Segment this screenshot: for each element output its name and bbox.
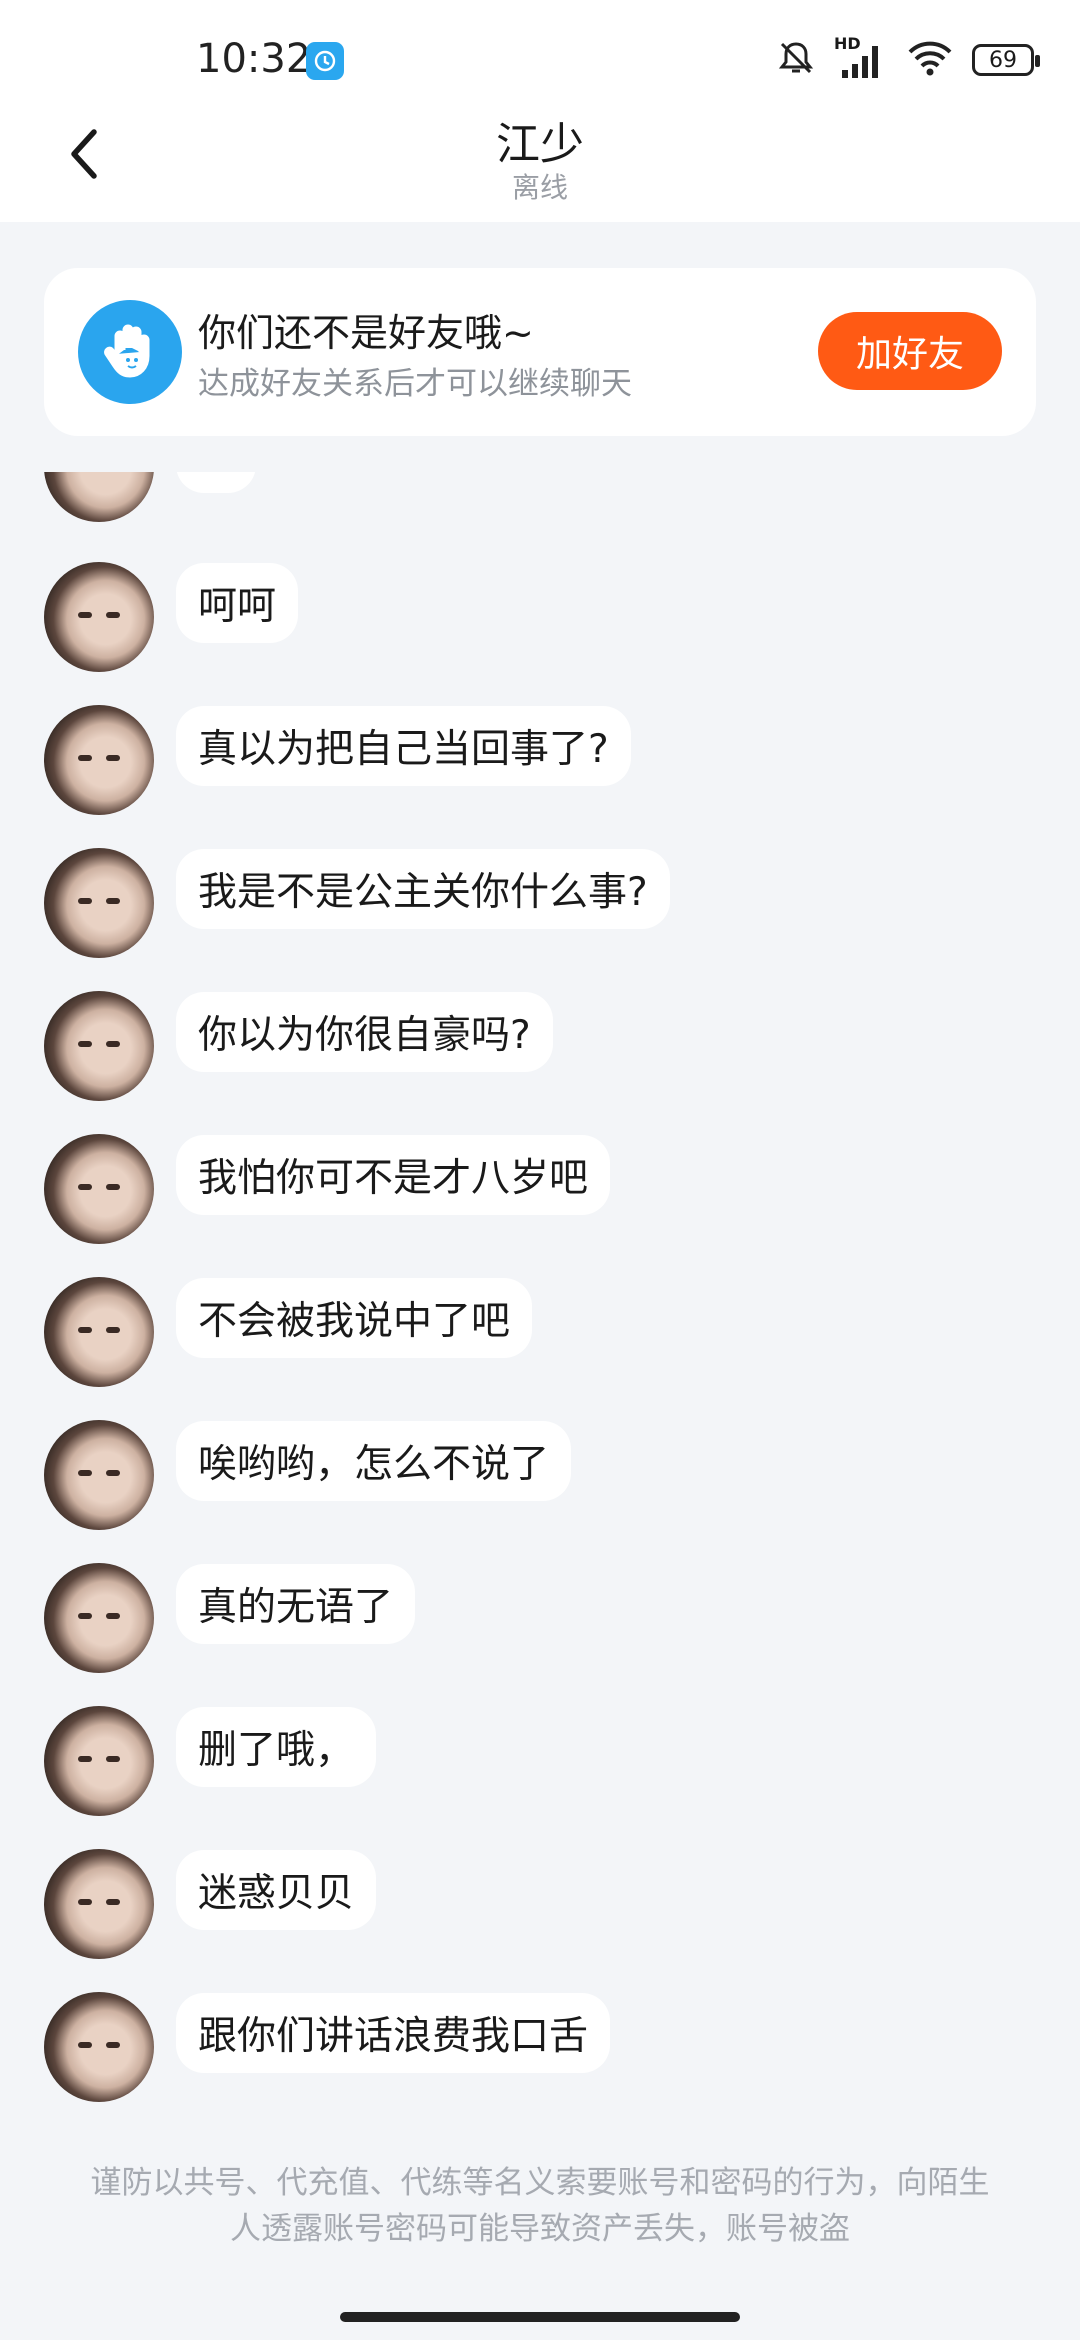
message-bubble[interactable]: 删了哦， — [176, 1707, 377, 1787]
message-item: 真的无语了 — [44, 1563, 1044, 1673]
avatar[interactable] — [44, 991, 154, 1101]
avatar[interactable] — [44, 562, 154, 672]
message-item: 删了哦， — [44, 1706, 1044, 1816]
avatar[interactable] — [44, 1277, 154, 1387]
online-status: 离线 — [511, 171, 568, 204]
avatar[interactable] — [44, 1134, 154, 1244]
cell-signal-icon: HD — [834, 34, 888, 80]
message-bubble[interactable]: 唉哟哟，怎么不说了 — [176, 1421, 572, 1501]
message-bubble[interactable]: 我怕你可不是才八岁吧 — [176, 1135, 611, 1215]
message-bubble[interactable]: 你以为你很自豪吗? — [176, 992, 553, 1072]
status-time: 10:32 — [196, 36, 312, 82]
friend-banner: 你们还不是好友哦~ 达成好友关系后才可以继续聊天 加好友 — [44, 268, 1036, 436]
message-item: 跟你们讲话浪费我口舌 — [44, 1992, 1044, 2102]
avatar[interactable] — [44, 1563, 154, 1673]
avatar[interactable] — [44, 1706, 154, 1816]
message-list[interactable]: 呵呵 真以为把自己当回事了? 我是不是公主关你什么事? 你以为你很自豪吗? 我怕… — [0, 472, 1080, 2112]
message-bubble[interactable]: 呵呵 — [176, 563, 299, 643]
message-item: 我是不是公主关你什么事? — [44, 848, 1044, 958]
mute-bell-icon — [776, 38, 816, 82]
message-bubble[interactable]: 真以为把自己当回事了? — [176, 706, 631, 786]
home-indicator[interactable] — [340, 2312, 740, 2322]
message-bubble[interactable]: 迷惑贝贝 — [176, 1850, 377, 1930]
battery-icon: 69 — [972, 44, 1040, 76]
avatar[interactable] — [44, 1849, 154, 1959]
hd-label: HD — [834, 34, 861, 53]
banner-title: 你们还不是好友哦~ — [198, 311, 534, 355]
message-item: 你以为你很自豪吗? — [44, 991, 1044, 1101]
security-disclaimer: 谨防以共号、代充值、代练等名义索要账号和密码的行为，向陌生人透露账号密码可能导致… — [90, 2165, 990, 2247]
message-bubble[interactable]: 真的无语了 — [176, 1564, 416, 1644]
message-bubble[interactable]: 不会被我说中了吧 — [176, 1278, 533, 1358]
message-bubble[interactable]: 我是不是公主关你什么事? — [176, 849, 670, 929]
message-item: 唉哟哟，怎么不说了 — [44, 1420, 1044, 1530]
message-item: 呵呵 — [44, 562, 1044, 672]
message-item: 迷惑贝贝 — [44, 1849, 1044, 1959]
message-item — [44, 472, 1044, 522]
app-notification-icon — [306, 42, 344, 80]
message-item: 真以为把自己当回事了? — [44, 705, 1044, 815]
message-bubble[interactable] — [176, 472, 256, 493]
message-item: 我怕你可不是才八岁吧 — [44, 1134, 1044, 1244]
message-item: 不会被我说中了吧 — [44, 1277, 1044, 1387]
add-friend-button[interactable]: 加好友 — [818, 312, 1002, 390]
avatar[interactable] — [44, 705, 154, 815]
wifi-icon — [906, 39, 954, 81]
avatar[interactable] — [44, 1992, 154, 2102]
hand-wave-icon — [78, 300, 182, 404]
chat-title: 江少 — [496, 119, 584, 170]
status-icons: HD 69 — [776, 34, 1040, 82]
avatar[interactable] — [44, 472, 154, 522]
banner-subtitle: 达成好友关系后才可以继续聊天 — [198, 366, 632, 402]
avatar[interactable] — [44, 1420, 154, 1530]
top-bar: 10:32 HD 69 江少 离线 — [0, 0, 1080, 222]
avatar[interactable] — [44, 848, 154, 958]
message-bubble[interactable]: 跟你们讲话浪费我口舌 — [176, 1993, 611, 2073]
